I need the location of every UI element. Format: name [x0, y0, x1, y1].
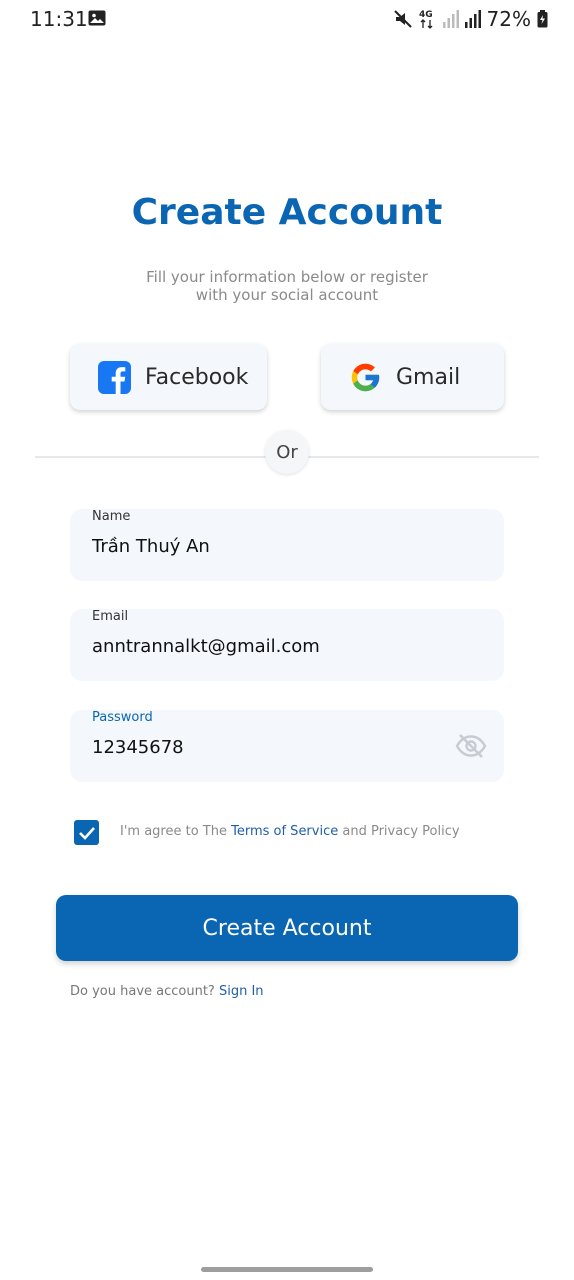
status-icons: 4G 72%: [393, 7, 548, 31]
signal-icon: [442, 10, 459, 28]
facebook-login-button[interactable]: Facebook: [70, 344, 267, 410]
status-bar: 11:31 4G 72%: [0, 0, 574, 38]
email-field[interactable]: Email anntrannalkt@gmail.com: [70, 609, 504, 681]
battery-percent: 72%: [486, 7, 531, 31]
home-indicator[interactable]: [201, 1267, 373, 1272]
google-icon: [351, 363, 380, 392]
agree-text: I'm agree to The Terms of Service and Pr…: [120, 824, 460, 839]
mute-icon: [393, 10, 412, 28]
terms-of-service-link[interactable]: Terms of Service: [231, 824, 338, 839]
or-separator: Or: [265, 430, 309, 474]
page-title: Create Account: [131, 192, 443, 233]
status-time: 11:31: [30, 7, 88, 31]
subtitle-line-1: Fill your information below or register: [146, 268, 428, 286]
agree-suffix: and Privacy Policy: [338, 824, 460, 839]
gallery-icon: [88, 10, 106, 26]
signal-icon-2: [464, 10, 481, 28]
agree-prefix: I'm agree to The: [120, 824, 232, 839]
create-account-button[interactable]: Create Account: [56, 895, 518, 961]
svg-text:4G: 4G: [419, 10, 433, 20]
password-label: Password: [92, 710, 153, 725]
have-account-text: Do you have account?: [70, 984, 219, 999]
agree-checkbox[interactable]: [74, 820, 99, 845]
gmail-login-button[interactable]: Gmail: [321, 344, 504, 410]
email-label: Email: [92, 609, 129, 624]
email-input[interactable]: anntrannalkt@gmail.com: [92, 636, 320, 657]
eye-off-icon[interactable]: [455, 733, 487, 759]
password-field[interactable]: Password 12345678: [70, 710, 504, 782]
sign-in-link[interactable]: Sign In: [219, 984, 264, 999]
facebook-icon: [98, 361, 131, 394]
subtitle-line-2: with your social account: [195, 286, 379, 304]
password-input[interactable]: 12345678: [92, 737, 184, 758]
facebook-label: Facebook: [145, 365, 249, 390]
name-field[interactable]: Name Trần Thuý An: [70, 509, 504, 581]
check-icon: [78, 826, 95, 840]
name-input[interactable]: Trần Thuý An: [92, 536, 210, 557]
page-subtitle: Fill your information below or register …: [0, 268, 574, 304]
network-icon: 4G: [419, 10, 433, 29]
battery-icon: [537, 10, 548, 28]
name-label: Name: [92, 509, 131, 524]
gmail-label: Gmail: [396, 365, 461, 390]
sign-in-row: Do you have account? Sign In: [70, 984, 264, 999]
